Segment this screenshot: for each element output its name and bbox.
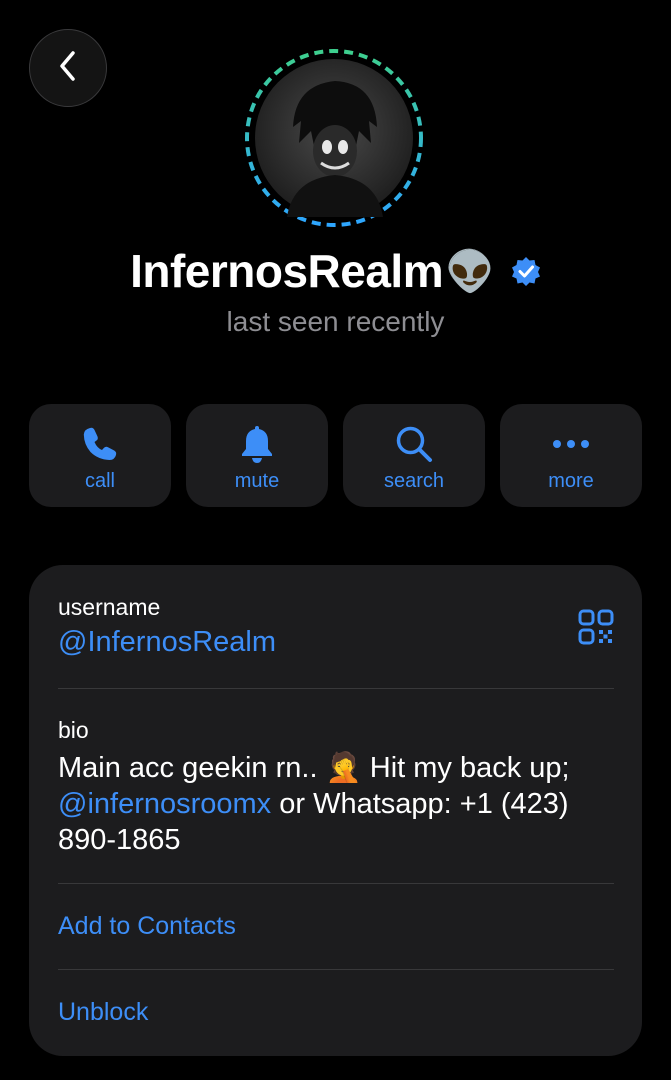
call-button[interactable]: call	[29, 404, 171, 507]
unblock-button[interactable]: Unblock	[58, 998, 148, 1027]
bio-text-part: Main acc geekin rn..	[58, 752, 326, 784]
call-label: call	[84, 470, 115, 492]
divider	[58, 688, 614, 689]
username-value[interactable]: @InfernosRealm	[58, 626, 276, 659]
bio-mention-link[interactable]: @infernosroomx	[58, 788, 271, 820]
profile-name: InfernosRealm	[130, 245, 444, 297]
bio-text-part: Hit my back up;	[361, 752, 570, 784]
facepalm-emoji: 🤦	[325, 750, 362, 784]
divider	[58, 883, 614, 884]
alien-emoji: 👽	[445, 248, 495, 295]
phone-icon	[81, 424, 119, 464]
search-button[interactable]: search	[343, 404, 485, 507]
add-to-contacts-button[interactable]: Add to Contacts	[58, 912, 236, 941]
more-dots-icon	[551, 424, 591, 464]
divider	[58, 969, 614, 970]
qr-code-icon[interactable]	[578, 609, 614, 645]
action-bar: call mute search more	[29, 404, 642, 507]
avatar[interactable]	[243, 47, 425, 229]
back-button[interactable]	[29, 29, 107, 107]
search-label: search	[383, 470, 445, 492]
profile-info-card: username @InfernosRealm bio Main acc gee…	[29, 565, 642, 1056]
chevron-left-icon	[56, 48, 80, 89]
more-button[interactable]: more	[500, 404, 642, 507]
bell-icon	[239, 424, 275, 464]
search-icon	[394, 424, 434, 464]
mute-button[interactable]: mute	[186, 404, 328, 507]
bio-text: Main acc geekin rn.. 🤦 Hit my back up; @i…	[58, 749, 618, 858]
username-label: username	[58, 594, 161, 620]
verified-badge-icon[interactable]	[511, 256, 541, 286]
bio-label: bio	[58, 717, 89, 743]
last-seen-status: last seen recently	[226, 306, 445, 337]
mute-label: mute	[234, 470, 280, 492]
more-label: more	[548, 470, 594, 492]
